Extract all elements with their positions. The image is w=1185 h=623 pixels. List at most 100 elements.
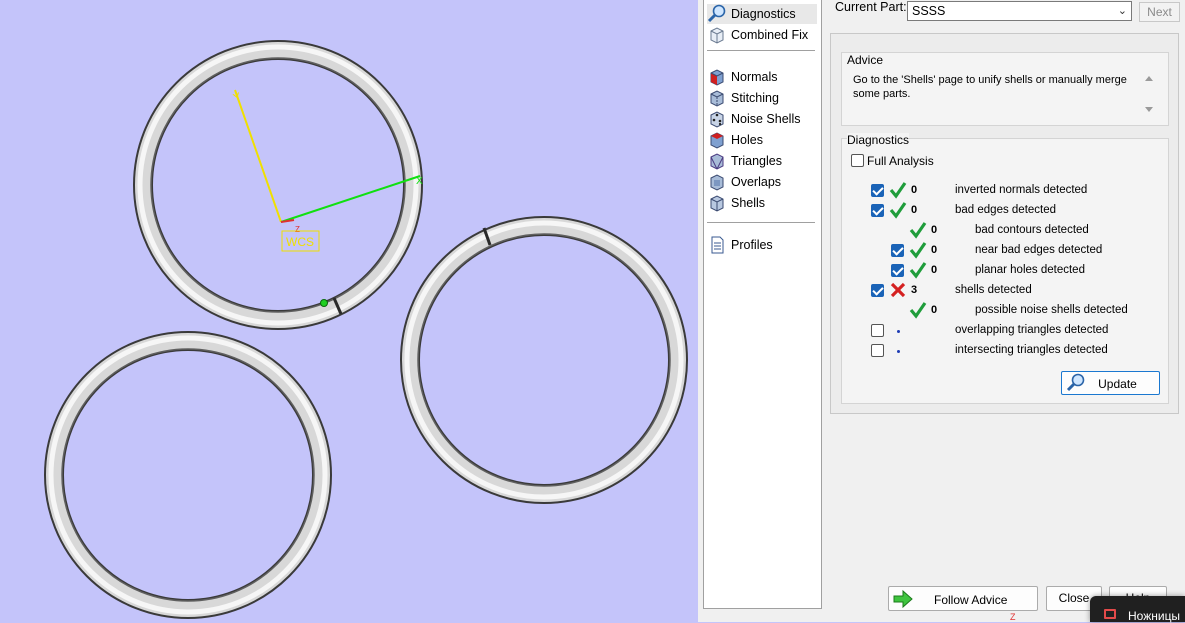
diag-count: 0 [931,224,938,236]
nav-label: Combined Fix [731,28,809,42]
z-axis-label: Z [295,225,300,234]
arrow-right-icon [893,589,913,609]
diag-label: overlapping triangles detected [955,324,1109,336]
noise-dice-icon [710,111,724,128]
row-checkbox[interactable] [871,324,884,337]
nav-label: Noise Shells [731,112,801,126]
row-checkbox[interactable] [891,244,904,257]
nav-label: Normals [731,70,778,84]
nav-label: Shells [731,196,766,210]
holes-cube-icon [710,132,724,149]
diag-label: bad edges detected [955,204,1057,216]
scroll-up-icon[interactable] [1145,76,1153,81]
nav-item-triangles[interactable]: Triangles [707,151,817,171]
full-analysis-label: Full Analysis [867,154,934,168]
check-icon [909,302,927,319]
chevron-down-icon: ⌄ [1117,5,1127,17]
cross-icon [890,282,906,298]
shells-cube-icon [710,195,724,212]
pending-dot-icon [897,350,900,353]
nav-item-overlaps[interactable]: Overlaps [707,172,817,192]
nav-item-combined-fix[interactable]: Combined Fix [707,25,817,45]
nav-item-normals[interactable]: Normals [707,67,817,87]
check-icon [909,262,927,279]
diag-label: intersecting triangles detected [955,344,1108,356]
diagnostics-title: Diagnostics [847,133,910,147]
y-axis-line [234,89,282,223]
diag-count: 0 [931,244,938,256]
diag-count: 0 [911,204,918,216]
row-checkbox[interactable] [871,204,884,217]
diag-label: planar holes detected [975,264,1085,276]
nav-label: Diagnostics [731,7,796,21]
snipping-tool-toast[interactable]: Ножницы [1090,596,1185,623]
selection-point[interactable] [320,299,328,307]
diag-count: 0 [911,184,918,196]
z-axis-marker: Z [1010,612,1016,622]
nav-label: Holes [731,133,763,147]
row-checkbox[interactable] [891,264,904,277]
diag-label: near bad edges detected [975,244,1103,256]
check-icon [909,242,927,259]
ring-bottom-left[interactable] [44,331,332,619]
nav-item-noise-shells[interactable]: Noise Shells [707,109,817,129]
next-button[interactable]: Next [1139,2,1180,22]
page-list[interactable]: Diagnostics Combined Fix Normals Stitchi… [703,0,822,609]
nav-separator [707,50,815,51]
advice-scrollbar[interactable] [1142,71,1156,121]
diag-label: shells detected [955,284,1032,296]
magnifier-icon [707,4,726,23]
viewport-canvas[interactable]: Y X Z WCS [0,0,698,622]
scissors-icon [1104,609,1116,619]
current-part-label: Current Part: [835,0,907,14]
row-checkbox[interactable] [871,284,884,297]
advice-title: Advice [847,53,884,67]
diagnostics-panel: Diagnostics Combined Fix Normals Stitchi… [698,0,1185,622]
nav-item-shells[interactable]: Shells [707,193,817,213]
normals-cube-icon [710,69,724,86]
diag-count: 0 [931,304,938,316]
follow-advice-button[interactable]: Follow Advice [888,586,1038,611]
row-checkbox[interactable] [871,344,884,357]
nav-label: Overlaps [731,175,782,189]
cube-fix-icon [710,27,724,44]
triangles-cube-icon [710,153,724,170]
update-button[interactable]: Update [1061,371,1160,395]
nav-item-holes[interactable]: Holes [707,130,817,150]
diag-label: possible noise shells detected [975,304,1128,316]
y-axis-label: Y [232,91,244,105]
nav-item-stitching[interactable]: Stitching [707,88,817,108]
diag-count: 3 [911,284,918,296]
diag-count: 0 [931,264,938,276]
check-icon [909,222,927,239]
x-axis-label: X [416,176,423,187]
3d-viewport[interactable]: Y X Z WCS [0,0,698,622]
advice-text: Go to the 'Shells' page to unify shells … [853,74,1127,100]
diag-label: bad contours detected [975,224,1089,236]
overlaps-cube-icon [710,174,724,191]
stitching-cube-icon [710,90,724,107]
nav-label: Stitching [731,91,779,105]
ring-top-left[interactable] [133,40,423,330]
x-axis-line [280,175,421,223]
row-checkbox[interactable] [871,184,884,197]
check-icon [889,182,907,199]
ring-right[interactable] [400,216,688,504]
snip-label: Ножницы [1128,609,1181,623]
document-icon [711,236,724,254]
update-label: Update [1098,377,1137,391]
nav-item-diagnostics[interactable]: Diagnostics [707,4,817,24]
scroll-down-icon[interactable] [1145,107,1153,112]
pending-dot-icon [897,330,900,333]
nav-label: Profiles [731,238,773,252]
wcs-label: WCS [286,235,314,249]
current-part-select[interactable]: SSSS ⌄ [907,1,1132,21]
full-analysis-checkbox[interactable] [851,154,864,167]
nav-label: Triangles [731,154,782,168]
z-axis-stub [280,219,295,223]
diag-label: inverted normals detected [955,184,1088,196]
follow-advice-label: Follow Advice [934,593,1008,607]
nav-item-profiles[interactable]: Profiles [707,235,817,255]
nav-separator [707,222,815,223]
check-icon [889,202,907,219]
